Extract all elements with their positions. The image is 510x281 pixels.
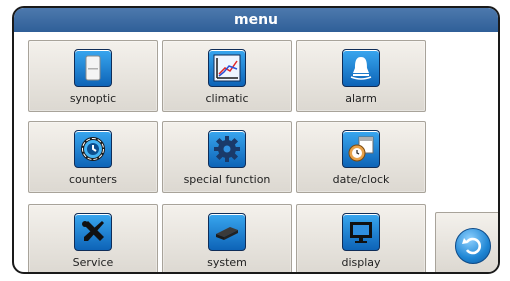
- display-tile[interactable]: display: [296, 204, 426, 272]
- menu-window: menu synoptic climatic alarm counters sp…: [12, 6, 500, 274]
- counters-label: counters: [68, 173, 118, 186]
- synoptic-tile[interactable]: synoptic: [28, 40, 158, 112]
- climatic-graph-icon: [208, 49, 246, 87]
- date-clock-label: date/clock: [332, 173, 390, 186]
- date-clock-tile[interactable]: date/clock: [296, 121, 426, 193]
- alarm-label: alarm: [345, 92, 377, 105]
- climatic-label: climatic: [205, 92, 249, 105]
- alarm-bell-icon: [342, 49, 380, 87]
- system-device-icon: [208, 213, 246, 251]
- date-clock-icon: [342, 130, 380, 168]
- synoptic-cabinet-icon: [74, 49, 112, 87]
- tools-icon: [74, 213, 112, 251]
- back-arrow-icon: [455, 228, 491, 264]
- counters-tile[interactable]: counters: [28, 121, 158, 193]
- special-function-label: special function: [183, 173, 271, 186]
- system-tile[interactable]: system: [162, 204, 292, 272]
- monitor-icon: [342, 213, 380, 251]
- service-tile[interactable]: Service: [28, 204, 158, 272]
- climatic-tile[interactable]: climatic: [162, 40, 292, 112]
- special-function-tile[interactable]: special function: [162, 121, 292, 193]
- display-label: display: [341, 256, 381, 269]
- menu-title: menu: [14, 8, 498, 32]
- system-label: system: [207, 256, 247, 269]
- counters-clock-icon: [74, 130, 112, 168]
- service-label: Service: [72, 256, 114, 269]
- gear-icon: [208, 130, 246, 168]
- back-button[interactable]: [435, 212, 498, 272]
- synoptic-label: synoptic: [69, 92, 117, 105]
- alarm-tile[interactable]: alarm: [296, 40, 426, 112]
